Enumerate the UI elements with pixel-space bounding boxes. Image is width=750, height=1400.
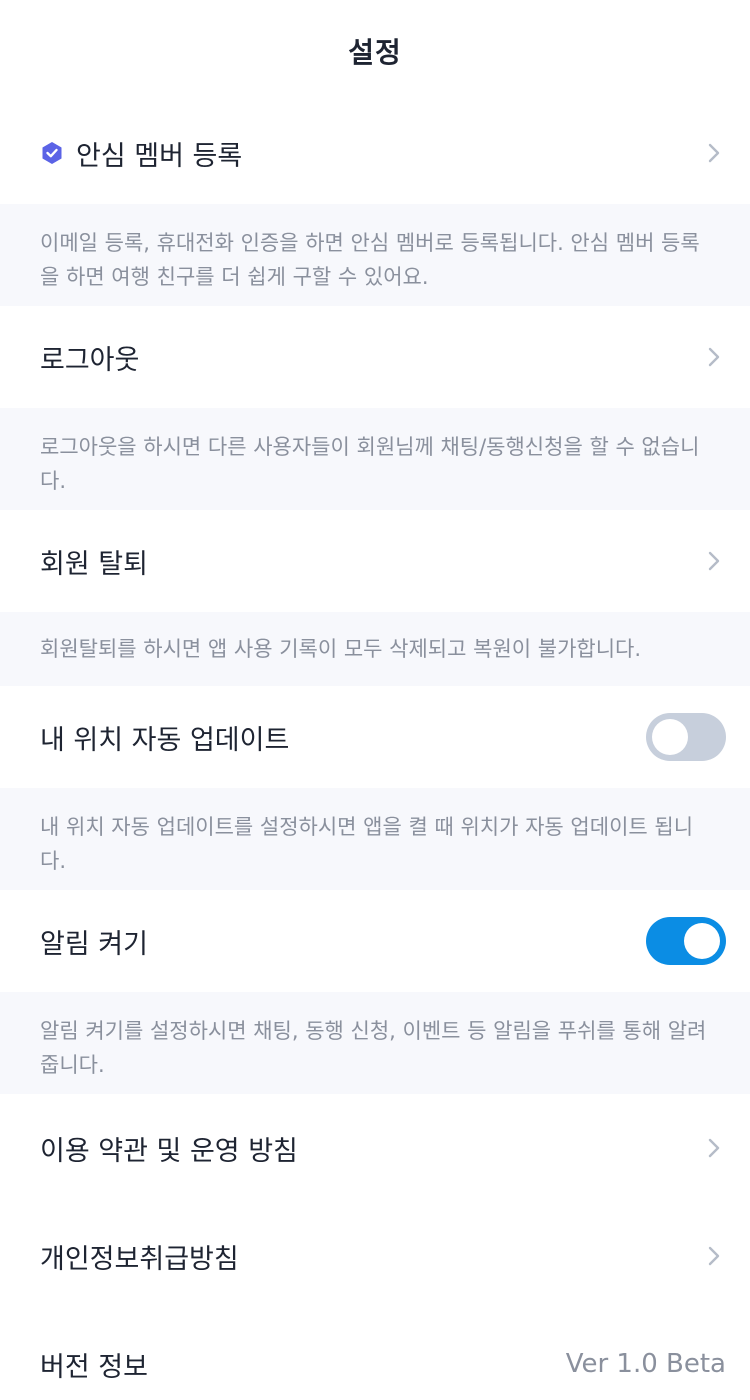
safe-member-description: 이메일 등록, 휴대전화 인증을 하면 안심 멤버로 등록됩니다. 안심 멤버 … (0, 204, 750, 306)
safe-member-row[interactable]: 안심 멤버 등록 (0, 102, 750, 204)
location-update-description: 내 위치 자동 업데이트를 설정하시면 앱을 켤 때 위치가 자동 업데이트 됩… (0, 788, 750, 890)
logout-label: 로그아웃 (40, 344, 140, 376)
privacy-label: 개인정보취급방침 (40, 1243, 239, 1275)
version-row: 버전 정보 Ver 1.0 Beta (0, 1310, 750, 1400)
privacy-row[interactable]: 개인정보취급방침 (0, 1202, 750, 1310)
notifications-toggle[interactable] (646, 917, 726, 965)
chevron-right-icon (702, 1136, 726, 1160)
withdraw-label: 회원 탈퇴 (40, 548, 148, 580)
chevron-right-icon (702, 1244, 726, 1268)
location-update-row: 내 위치 자동 업데이트 (0, 686, 750, 788)
location-update-toggle[interactable] (646, 713, 726, 761)
toggle-knob (684, 923, 720, 959)
terms-row[interactable]: 이용 약관 및 운영 방침 (0, 1094, 750, 1202)
chevron-right-icon (702, 141, 726, 165)
notifications-description: 알림 켜기를 설정하시면 채팅, 동행 신청, 이벤트 등 알림을 푸쉬를 통해… (0, 992, 750, 1094)
notifications-row: 알림 켜기 (0, 890, 750, 992)
location-update-label: 내 위치 자동 업데이트 (40, 724, 290, 756)
chevron-right-icon (702, 345, 726, 369)
app-header: 설정 (0, 0, 750, 102)
terms-label: 이용 약관 및 운영 방침 (40, 1135, 298, 1167)
logout-description: 로그아웃을 하시면 다른 사용자들이 회원님께 채팅/동행신청을 할 수 없습니… (0, 408, 750, 510)
notifications-label: 알림 켜기 (40, 928, 148, 960)
withdraw-description: 회원탈퇴를 하시면 앱 사용 기록이 모두 삭제되고 복원이 불가합니다. (0, 612, 750, 686)
version-value: Ver 1.0 Beta (565, 1349, 726, 1379)
withdraw-row[interactable]: 회원 탈퇴 (0, 510, 750, 612)
page-title: 설정 (348, 36, 402, 69)
safe-member-row-left: 안심 멤버 등록 (40, 134, 242, 173)
safe-member-label: 안심 멤버 등록 (76, 140, 243, 172)
toggle-knob (652, 719, 688, 755)
version-label: 버전 정보 (40, 1351, 148, 1383)
chevron-right-icon (702, 549, 726, 573)
logout-row[interactable]: 로그아웃 (0, 306, 750, 408)
verified-badge-icon (40, 141, 64, 165)
